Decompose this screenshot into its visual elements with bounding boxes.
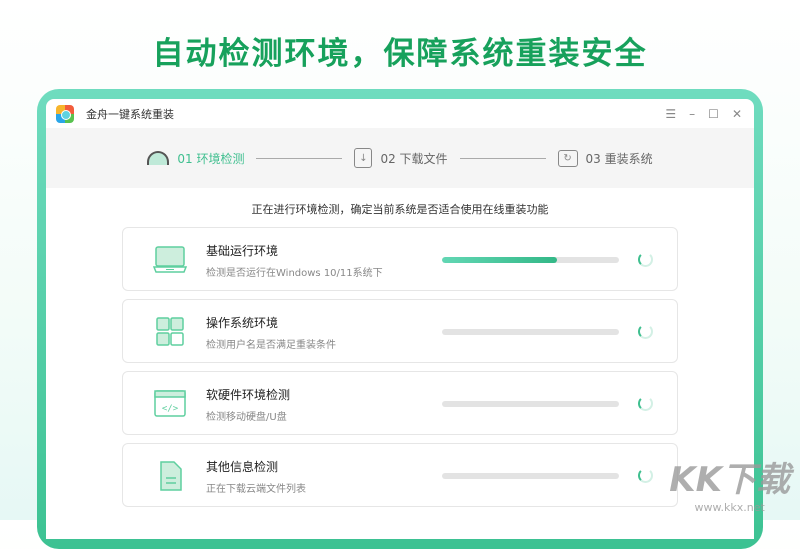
gauge-icon [147, 151, 170, 165]
step-env-check: 01 环境检测 [147, 150, 244, 167]
check-desc: 检测移动硬盘/U盘 [206, 412, 287, 423]
check-desc: 检测用户名是否满足重装条件 [206, 340, 336, 351]
code-window-icon: </> [154, 390, 186, 417]
app-window: 金舟一键系统重装 ☰ – ☐ ✕ 01 环境检测 ↓ 02 下载文件 ↻ 03 重装… [46, 99, 754, 539]
progress-bar [442, 473, 619, 479]
watermark: KK下载 www.kkx.net [669, 452, 790, 514]
check-card: 操作系统环境 检测用户名是否满足重装条件 [122, 299, 678, 363]
headline: 自动检测环境，保障系统重装安全 [152, 36, 648, 72]
step-divider [459, 157, 546, 159]
step-label: 01 环境检测 [177, 151, 245, 166]
download-file-icon: ↓ [354, 148, 373, 168]
step-indicator: 01 环境检测 ↓ 02 下载文件 ↻ 03 重装系统 [46, 128, 754, 188]
close-icon[interactable]: ✕ [732, 107, 742, 121]
watermark-brand: KK下载 [669, 460, 790, 500]
loading-spinner-icon [638, 396, 653, 411]
check-title: 操作系统环境 [206, 316, 279, 330]
check-desc: 正在下载云端文件列表 [206, 484, 306, 495]
title-bar: 金舟一键系统重装 ☰ – ☐ ✕ [46, 99, 754, 128]
loading-spinner-icon [638, 252, 653, 267]
menu-icon[interactable]: ☰ [665, 107, 676, 121]
svg-text:</>: </> [162, 404, 179, 414]
step-label: 03 重装系统 [585, 151, 653, 166]
document-icon [160, 461, 182, 491]
step-label: 02 下载文件 [380, 151, 448, 166]
progress-bar [442, 257, 619, 263]
status-subtitle: 正在进行环境检测，确定当前系统是否适合使用在线重装功能 [251, 203, 549, 216]
loading-spinner-icon [638, 468, 653, 483]
progress-bar [442, 329, 619, 335]
app-logo-icon [56, 104, 74, 123]
minimize-icon[interactable]: – [689, 107, 695, 121]
watermark-url: www.kkx.net [694, 501, 765, 514]
progress-fill [442, 257, 558, 263]
loading-spinner-icon [638, 324, 653, 339]
progress-bar [442, 401, 619, 407]
app-title: 金舟一键系统重装 [86, 107, 174, 121]
check-desc: 检测是否运行在Windows 10/11系统下 [206, 268, 383, 279]
step-reinstall: ↻ 03 重装系统 [557, 149, 653, 167]
laptop-icon [153, 246, 187, 273]
check-card: 其他信息检测 正在下载云端文件列表 [122, 443, 678, 507]
grid-icon [156, 317, 184, 346]
check-title: 基础运行环境 [206, 244, 279, 258]
step-download: ↓ 02 下载文件 [354, 148, 448, 168]
check-title: 其他信息检测 [206, 460, 279, 474]
check-card: 基础运行环境 检测是否运行在Windows 10/11系统下 [122, 227, 678, 291]
maximize-icon[interactable]: ☐ [708, 107, 719, 121]
check-card: </> 软硬件环境检测 检测移动硬盘/U盘 [122, 371, 678, 435]
monitor-refresh-icon: ↻ [557, 149, 578, 167]
check-title: 软硬件环境检测 [206, 388, 291, 402]
step-divider [256, 157, 343, 159]
